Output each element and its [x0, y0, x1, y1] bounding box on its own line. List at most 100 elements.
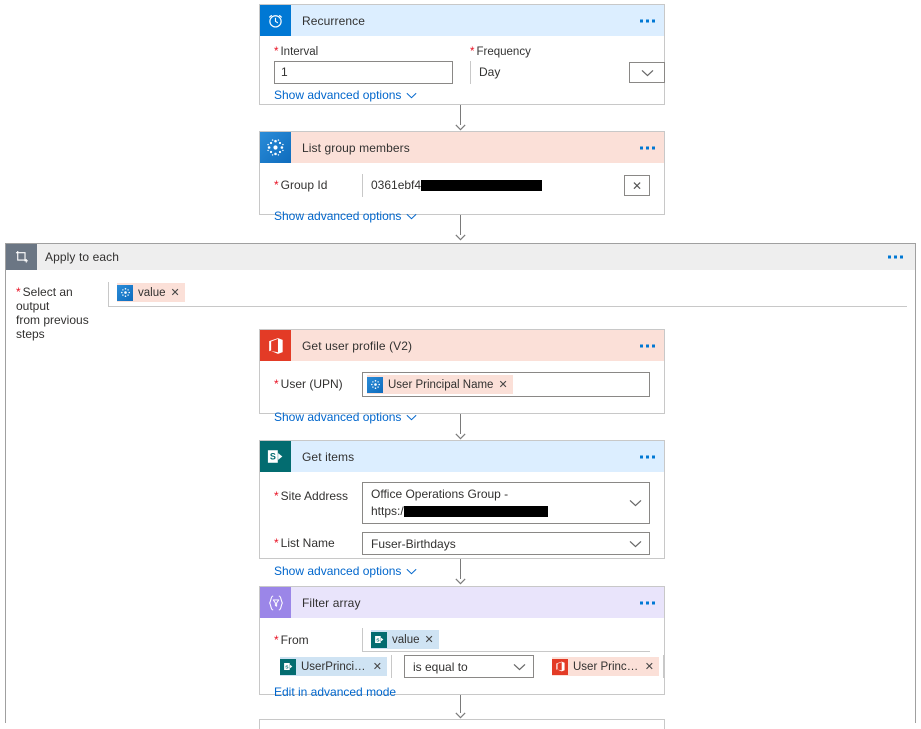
required-asterisk: * — [274, 46, 279, 58]
scope-output-label-line2: from previous steps — [16, 313, 89, 341]
scope-apply-to-each-header[interactable]: Apply to each — [6, 244, 915, 270]
group-id-input[interactable]: 0361ebf4 — [362, 174, 616, 197]
site-address-line2: https:/ — [371, 504, 404, 518]
required-asterisk: * — [470, 46, 475, 58]
card-recurrence-header[interactable]: Recurrence — [260, 5, 664, 36]
card-filter-array[interactable]: Filter array * From S value ✕ S UserPrin… — [259, 586, 665, 699]
token-user-principal-name-office365[interactable]: User Principa... ✕ — [552, 657, 659, 676]
scope-output-label-line1: Select an output — [16, 285, 73, 313]
scope-apply-to-each-more-button[interactable] — [888, 255, 903, 259]
card-list-group-members-more-button[interactable] — [640, 146, 655, 149]
card-next-partial[interactable] — [259, 719, 665, 729]
azure-ad-icon — [367, 376, 383, 393]
token-value[interactable]: S value ✕ — [371, 630, 439, 649]
token-user-principal-name[interactable]: User Principal Name ✕ — [367, 375, 513, 394]
token-remove-icon[interactable]: ✕ — [645, 660, 659, 673]
card-get-items[interactable]: S Get items * Site Address Office Operati… — [259, 440, 665, 578]
user-upn-label-wrap: * User (UPN) — [274, 377, 362, 392]
get-items-show-advanced-label: Show advanced options — [274, 564, 402, 578]
connector-arrow — [454, 559, 466, 585]
token-user-principal-name-label: User Principal Name — [388, 378, 494, 391]
list-group-members-show-advanced-label: Show advanced options — [274, 209, 402, 223]
token-value-label: value — [392, 633, 420, 646]
group-id-label: Group Id — [280, 178, 328, 192]
filter-condition-right-input[interactable]: User Principa... ✕ — [546, 655, 664, 678]
card-get-items-header[interactable]: S Get items — [260, 441, 664, 472]
group-id-redaction-bar — [421, 180, 543, 191]
token-condition-left-label: UserPrincipal... — [301, 660, 373, 673]
card-recurrence-body: * Interval 1 * Frequency Day Show advanc… — [260, 36, 665, 115]
user-upn-input[interactable]: User Principal Name ✕ — [362, 372, 650, 397]
filter-operator-chevron-down-icon[interactable] — [505, 656, 533, 677]
filter-condition-row: S UserPrincipal... ✕ is equal to User Pr… — [274, 655, 664, 678]
list-name-select[interactable]: Fuser-Birthdays — [362, 532, 650, 555]
azure-ad-icon — [117, 284, 133, 301]
card-list-group-members-title: List group members — [302, 140, 410, 155]
connector-arrow — [454, 105, 466, 131]
scope-output-input[interactable]: value ✕ — [108, 282, 907, 307]
filter-condition-left-input[interactable]: S UserPrincipal... ✕ — [274, 655, 392, 678]
card-get-user-profile-title: Get user profile (V2) — [302, 338, 413, 353]
site-address-select[interactable]: Office Operations Group - https:/ — [362, 482, 650, 524]
filter-edit-in-advanced-mode-link[interactable]: Edit in advanced mode — [274, 685, 396, 699]
connector-arrow — [454, 414, 466, 440]
card-get-items-title: Get items — [302, 449, 355, 464]
token-value[interactable]: value ✕ — [117, 283, 185, 302]
card-filter-array-header[interactable]: Filter array — [260, 587, 664, 618]
required-asterisk: * — [274, 178, 279, 192]
frequency-chevron-down-icon[interactable] — [629, 62, 665, 83]
token-user-principal-name-sharepoint[interactable]: S UserPrincipal... ✕ — [280, 657, 387, 676]
required-asterisk: * — [16, 285, 21, 299]
list-name-label-wrap: * List Name — [274, 532, 362, 551]
site-address-line1: Office Operations Group - — [371, 487, 509, 501]
filter-from-input[interactable]: S value ✕ — [362, 628, 650, 652]
filter-condition-operator-select[interactable]: is equal to — [404, 655, 534, 678]
required-asterisk: * — [274, 377, 279, 391]
site-address-label-wrap: * Site Address — [274, 482, 362, 504]
card-recurrence-more-button[interactable] — [640, 19, 655, 22]
get-user-profile-show-advanced-options[interactable]: Show advanced options — [274, 410, 417, 424]
alarm-clock-icon — [260, 5, 291, 36]
interval-label-wrap: * Interval — [274, 46, 460, 58]
interval-input[interactable]: 1 — [274, 61, 453, 84]
card-list-group-members[interactable]: List group members *Group Id 0361ebf4 ✕ — [259, 131, 665, 223]
scope-output-label: * Select an output from previous steps — [16, 282, 108, 341]
azure-ad-icon — [260, 132, 291, 163]
filter-braces-icon — [260, 587, 291, 618]
frequency-select[interactable]: Day — [470, 61, 629, 84]
token-remove-icon[interactable]: ✕ — [425, 633, 439, 646]
card-recurrence[interactable]: Recurrence * Interval 1 * Frequency Day … — [259, 4, 665, 105]
recurrence-show-advanced-options[interactable]: Show advanced options — [274, 88, 417, 102]
card-list-group-members-header[interactable]: List group members — [260, 132, 664, 163]
token-remove-icon[interactable]: ✕ — [171, 286, 185, 299]
site-address-chevron-down-icon[interactable] — [621, 483, 649, 523]
group-id-label-wrap: * Group Id — [274, 178, 362, 193]
site-address-label: Site Address — [280, 489, 349, 503]
interval-label: Interval — [280, 46, 319, 58]
token-remove-icon[interactable]: ✕ — [373, 660, 387, 673]
office365-icon — [552, 658, 568, 675]
get-user-profile-show-advanced-label: Show advanced options — [274, 410, 402, 424]
token-remove-icon[interactable]: ✕ — [498, 378, 512, 391]
card-get-user-profile-header[interactable]: Get user profile (V2) — [260, 330, 664, 361]
connector-arrow — [454, 695, 466, 719]
card-filter-array-more-button[interactable] — [640, 601, 655, 604]
group-id-clear-button[interactable]: ✕ — [624, 175, 650, 196]
filter-from-label-wrap: * From — [274, 633, 362, 648]
card-get-user-profile[interactable]: Get user profile (V2) * User (UPN) User … — [259, 329, 665, 424]
list-group-members-show-advanced-options[interactable]: Show advanced options — [274, 209, 417, 223]
flow-designer-canvas: Recurrence * Interval 1 * Frequency Day … — [0, 0, 921, 729]
required-asterisk: * — [274, 489, 279, 503]
sharepoint-icon: S — [260, 441, 291, 472]
card-get-items-more-button[interactable] — [640, 455, 655, 458]
site-address-redaction-bar — [403, 506, 548, 517]
token-condition-right-label: User Principa... — [573, 660, 645, 673]
required-asterisk: * — [274, 632, 279, 647]
card-recurrence-title: Recurrence — [302, 13, 366, 28]
frequency-label-wrap: * Frequency — [470, 46, 665, 58]
card-get-user-profile-more-button[interactable] — [640, 344, 655, 347]
list-name-value: Fuser-Birthdays — [371, 536, 456, 551]
sharepoint-icon: S — [280, 658, 296, 675]
get-items-show-advanced-options[interactable]: Show advanced options — [274, 564, 417, 578]
list-name-chevron-down-icon[interactable] — [621, 533, 649, 554]
